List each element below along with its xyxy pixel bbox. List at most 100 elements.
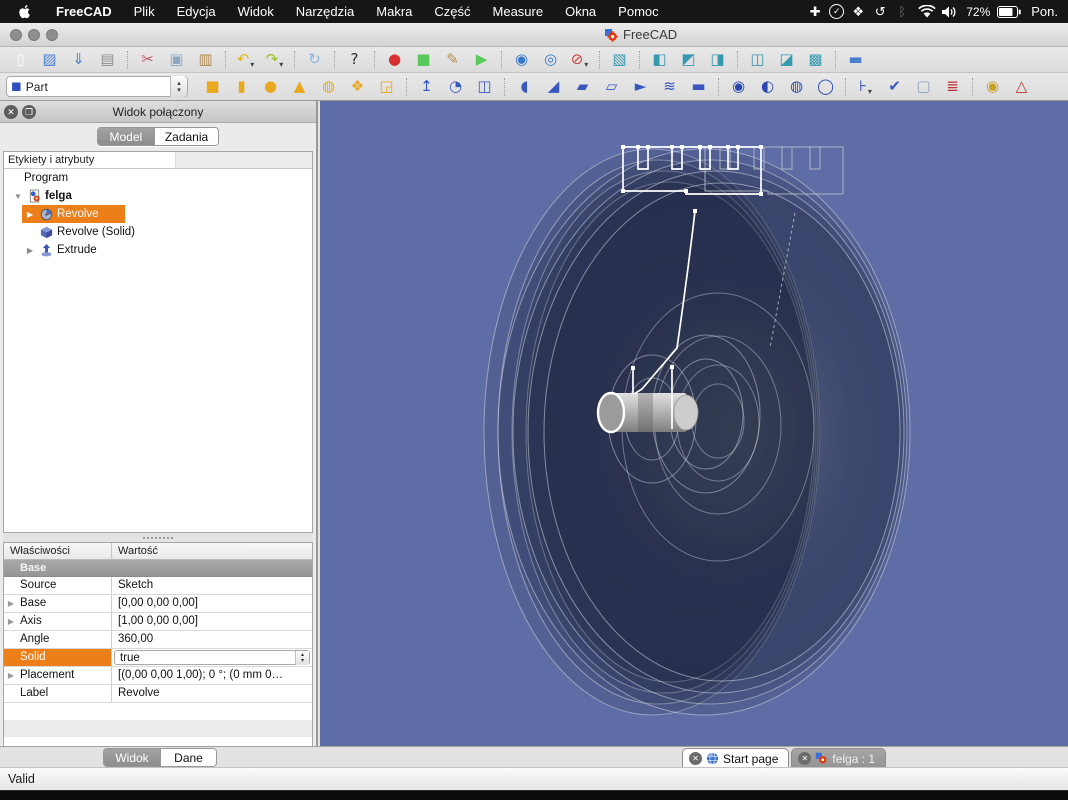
- menu-freecad[interactable]: FreeCAD: [45, 4, 123, 19]
- box-icon[interactable]: ■: [198, 76, 227, 98]
- menu-measure[interactable]: Measure: [482, 4, 555, 19]
- macro-play-icon[interactable]: ▶: [467, 49, 496, 71]
- property-value[interactable]: [1,00 0,00 0,00]: [112, 613, 312, 630]
- zoom-icon[interactable]: ◎: [536, 49, 565, 71]
- tree-item-extrude[interactable]: ▶Extrude: [4, 241, 312, 259]
- print-icon[interactable]: ▤: [93, 49, 122, 71]
- draw-style-icon[interactable]: ⊘▾: [565, 49, 594, 71]
- property-value[interactable]: [0,00 0,00 0,00]: [112, 595, 312, 612]
- property-row-placement[interactable]: ▶Placement[(0,00 0,00 1,00); 0 °; (0 mm …: [4, 667, 312, 685]
- macro-record-icon[interactable]: ●: [380, 49, 409, 71]
- tree-item-revolve[interactable]: ▶Revolve: [4, 205, 312, 223]
- boolean-common-icon[interactable]: ◯: [811, 76, 840, 98]
- menu-pomoc[interactable]: Pomoc: [607, 4, 669, 19]
- tab-close-icon[interactable]: ✕: [798, 752, 811, 765]
- menu-makra[interactable]: Makra: [365, 4, 423, 19]
- measure-clear-all-icon[interactable]: △: [1007, 76, 1036, 98]
- check-geometry-icon[interactable]: ✔: [880, 76, 909, 98]
- defeaturing-icon[interactable]: ▢: [909, 76, 938, 98]
- fit-all-icon[interactable]: ◉: [507, 49, 536, 71]
- new-file-icon[interactable]: ▯: [6, 49, 35, 71]
- menu-narz-dzia[interactable]: Narzędzia: [285, 4, 366, 19]
- panel-titlebar[interactable]: ✕ ❐ Widok połączony: [0, 101, 316, 123]
- refresh-icon[interactable]: ↻: [300, 49, 329, 71]
- tree-item-revolve-solid[interactable]: Revolve (Solid): [4, 223, 312, 241]
- 3d-viewport[interactable]: [320, 101, 1068, 746]
- workbench-selector[interactable]: ◼ Part ▴▾: [6, 76, 188, 97]
- plus-icon[interactable]: ✚: [804, 4, 826, 20]
- loft-icon[interactable]: ≋: [655, 76, 684, 98]
- cross-sections-icon[interactable]: ⊦▾: [851, 76, 880, 98]
- property-row-axis[interactable]: ▶Axis[1,00 0,00 0,00]: [4, 613, 312, 631]
- dropbox-icon[interactable]: ❖: [847, 4, 869, 20]
- expander-closed-icon[interactable]: ▶: [22, 210, 38, 219]
- macro-stop-icon[interactable]: ■: [409, 49, 438, 71]
- menu-cz[interactable]: Część: [423, 4, 481, 19]
- view-left-icon[interactable]: ▩: [801, 49, 830, 71]
- property-value[interactable]: 360,00: [112, 631, 312, 648]
- window-minimize-button[interactable]: [28, 29, 40, 41]
- property-value-combobox[interactable]: true▴▾: [114, 650, 310, 665]
- document-tab-start-page[interactable]: ✕Start page: [682, 748, 789, 768]
- menubar-clock[interactable]: Pon.: [1025, 4, 1058, 19]
- dropdown-arrow-icon[interactable]: ▾: [250, 60, 254, 71]
- sync-check-icon[interactable]: ✓: [829, 4, 844, 19]
- menu-okna[interactable]: Okna: [554, 4, 607, 19]
- tab-widok[interactable]: Widok: [104, 749, 160, 766]
- view-rear-icon[interactable]: ◫: [743, 49, 772, 71]
- create-primitives-icon[interactable]: ❖: [343, 76, 372, 98]
- view-right-icon[interactable]: ◨: [703, 49, 732, 71]
- property-value[interactable]: Sketch: [112, 577, 312, 594]
- expander-closed-icon[interactable]: ▶: [4, 595, 18, 612]
- expander-closed-icon[interactable]: ▶: [4, 667, 18, 684]
- tree-item-felga[interactable]: ▼felga: [4, 187, 312, 205]
- copy-icon[interactable]: ▣: [162, 49, 191, 71]
- tab-close-icon[interactable]: ✕: [689, 752, 702, 765]
- refine-shape-icon[interactable]: ◉: [978, 76, 1007, 98]
- dropdown-arrow-icon[interactable]: ▾: [279, 60, 283, 71]
- cone-icon[interactable]: ▲: [285, 76, 314, 98]
- property-value[interactable]: [(0,00 0,00 1,00); 0 °; (0 mm 0…: [112, 667, 312, 684]
- workbench-stepper[interactable]: ▴▾: [170, 76, 187, 97]
- menu-edycja[interactable]: Edycja: [166, 4, 227, 19]
- volume-icon[interactable]: [941, 5, 959, 19]
- property-value[interactable]: Revolve: [112, 685, 312, 702]
- boolean-cut-icon[interactable]: ◐: [753, 76, 782, 98]
- window-zoom-button[interactable]: [46, 29, 58, 41]
- view-axonometric-icon[interactable]: ▧: [605, 49, 634, 71]
- dock-splitter[interactable]: [3, 533, 313, 542]
- sweep-icon[interactable]: ►: [626, 76, 655, 98]
- revolve-icon[interactable]: ◔: [441, 76, 470, 98]
- bluetooth-icon[interactable]: ᛒ: [891, 4, 913, 19]
- macos-dock-edge[interactable]: [0, 790, 1068, 800]
- paste-icon[interactable]: ▥: [191, 49, 220, 71]
- redo-icon[interactable]: ↷▾: [260, 49, 289, 71]
- sphere-icon[interactable]: ●: [256, 76, 285, 98]
- chamfer-icon[interactable]: ◢: [539, 76, 568, 98]
- wifi-icon[interactable]: [917, 5, 937, 19]
- property-row-solid[interactable]: Solidtrue▴▾: [4, 649, 312, 667]
- dropdown-arrow-icon[interactable]: ▾: [868, 87, 872, 98]
- shape-builder-icon[interactable]: ◲: [372, 76, 401, 98]
- boolean-union-icon[interactable]: ◍: [782, 76, 811, 98]
- property-row-source[interactable]: SourceSketch: [4, 577, 312, 595]
- view-front-icon[interactable]: ◧: [645, 49, 674, 71]
- macro-edit-icon[interactable]: ✎: [438, 49, 467, 71]
- dropdown-arrow-icon[interactable]: ▾: [584, 60, 588, 71]
- tab-model[interactable]: Model: [98, 128, 154, 145]
- view-bottom-icon[interactable]: ◪: [772, 49, 801, 71]
- fillet-icon[interactable]: ◖: [510, 76, 539, 98]
- expander-closed-icon[interactable]: ▶: [22, 246, 38, 255]
- whats-this-icon[interactable]: ?: [340, 49, 369, 71]
- property-row-base[interactable]: ▶Base[0,00 0,00 0,00]: [4, 595, 312, 613]
- tree-item-program[interactable]: Program: [4, 169, 312, 187]
- extrude-icon[interactable]: ↥: [412, 76, 441, 98]
- undo-icon[interactable]: ↶▾: [231, 49, 260, 71]
- panel-close-icon[interactable]: ✕: [4, 105, 18, 119]
- apple-menu[interactable]: [0, 4, 45, 19]
- view-top-icon[interactable]: ◩: [674, 49, 703, 71]
- panel-undock-icon[interactable]: ❐: [22, 105, 36, 119]
- document-tab-felga-1[interactable]: ✕felga : 1: [791, 748, 886, 768]
- cross-section-stack-icon[interactable]: ≣: [938, 76, 967, 98]
- tab-dane[interactable]: Dane: [160, 749, 216, 766]
